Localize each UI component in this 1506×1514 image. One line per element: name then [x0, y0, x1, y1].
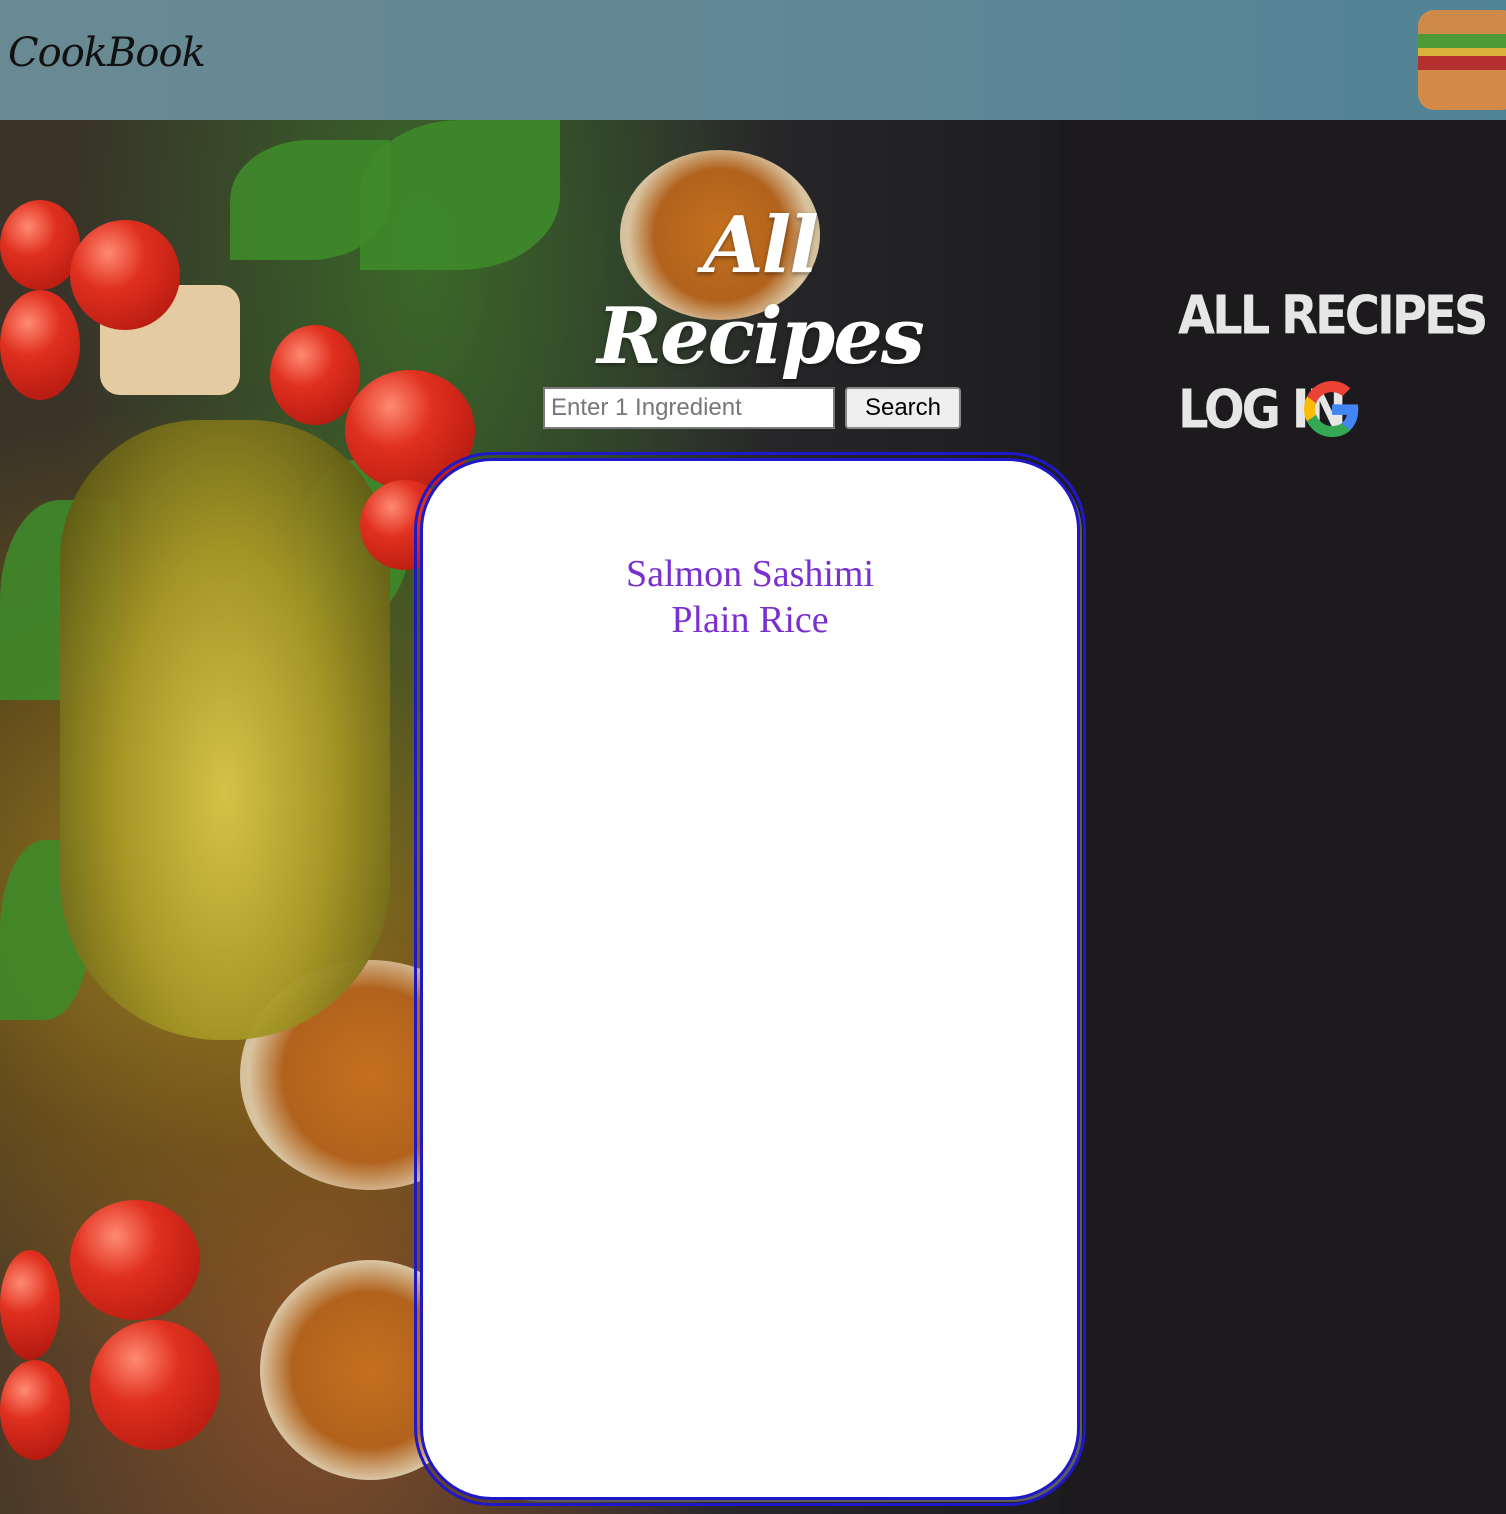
brand-logo[interactable]: CookBook: [8, 30, 206, 76]
hamburger-icon[interactable]: [1418, 10, 1506, 110]
parsley-decoration: [360, 120, 560, 270]
recipe-link[interactable]: Plain Rice: [420, 598, 1080, 642]
tomato-decoration: [0, 200, 80, 290]
tomato-decoration: [0, 1250, 60, 1360]
recipe-link[interactable]: Salmon Sashimi: [420, 552, 1080, 596]
tomato-decoration: [0, 1360, 70, 1460]
nav-all-recipes[interactable]: ALL RECIPES: [1178, 284, 1488, 347]
top-bar: CookBook: [0, 0, 1506, 120]
ingredient-search-input[interactable]: [543, 387, 835, 429]
tomato-decoration: [270, 325, 360, 425]
google-icon[interactable]: [1304, 381, 1360, 437]
tomato-decoration: [70, 1200, 200, 1320]
page-title: All Recipes: [597, 200, 925, 382]
tomato-decoration: [70, 220, 180, 330]
tomato-decoration: [90, 1320, 220, 1450]
tomato-decoration: [0, 290, 80, 400]
oil-bottle-decoration: [60, 420, 390, 1040]
search-button[interactable]: Search: [845, 387, 961, 429]
